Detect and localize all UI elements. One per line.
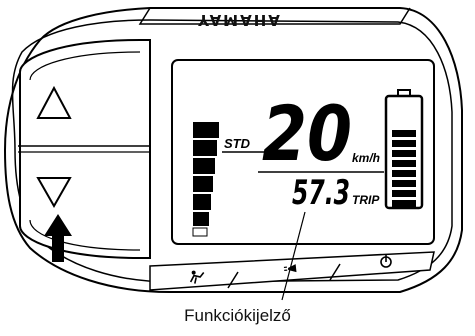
- battery-segment: [392, 120, 416, 127]
- speed-unit: km/h: [352, 151, 380, 165]
- battery-indicator: [386, 90, 422, 208]
- battery-segment: [392, 190, 416, 197]
- brand-logo: YAMAHA: [197, 11, 282, 29]
- battery-segment: [392, 140, 416, 147]
- battery-segment: [392, 170, 416, 177]
- battery-segment: [392, 150, 416, 157]
- battery-segment: [392, 110, 416, 117]
- display-unit-illustration: YAMAHA STD 20 km/h 57.3 TRIP: [0, 0, 475, 331]
- assist-mode-label: STD: [224, 136, 251, 151]
- battery-segment: [392, 160, 416, 167]
- battery-segment: [392, 180, 416, 187]
- function-value: 57.3: [292, 173, 350, 213]
- callout-label: Funkciókijelző: [0, 306, 475, 326]
- battery-segment: [392, 130, 416, 137]
- button-panel: [20, 40, 150, 258]
- battery-segment: [392, 200, 416, 207]
- function-label: TRIP: [352, 193, 380, 207]
- speed-value: 20: [262, 89, 352, 178]
